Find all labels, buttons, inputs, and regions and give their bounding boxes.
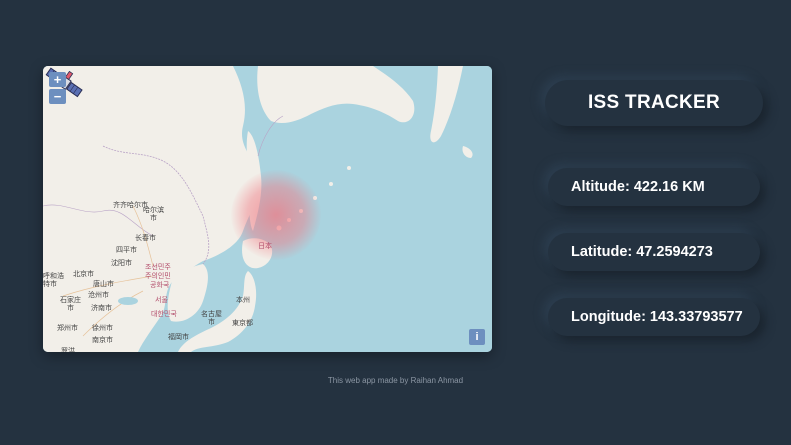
iss-position-glow bbox=[231, 170, 321, 260]
map-label: 대한민국 bbox=[151, 310, 177, 318]
map-label: 沈阳市 bbox=[111, 259, 132, 267]
map-label: 石家庄市 bbox=[60, 296, 81, 312]
map-label: 长春市 bbox=[135, 234, 156, 242]
zoom-controls: + − bbox=[49, 72, 66, 104]
map-label: 济南市 bbox=[91, 304, 112, 312]
zoom-out-button[interactable]: − bbox=[49, 89, 66, 104]
map-label: 罗洪 bbox=[61, 347, 75, 352]
map-label: 四平市 bbox=[116, 246, 137, 254]
map-label: 北京市 bbox=[73, 270, 94, 278]
map-label: 本州 bbox=[236, 296, 250, 304]
altitude-readout: Altitude: 422.16 KM bbox=[548, 168, 760, 206]
footer-credit: This web app made by Raihan Ahmad bbox=[327, 376, 464, 385]
map-label: 郑州市 bbox=[57, 324, 78, 332]
map-label: 南京市 bbox=[92, 336, 113, 344]
iss-map[interactable]: + − 齐齐哈尔市 哈尔滨市 长春市 四平市 沈阳市 조선민주 주의인민 공화국… bbox=[43, 66, 492, 352]
map-label: 공화국 bbox=[150, 281, 170, 289]
map-label: 唐山市 bbox=[93, 280, 114, 288]
map-label: 서울 bbox=[155, 296, 168, 304]
map-label: 徐州市 bbox=[92, 324, 113, 332]
page-title: ISS TRACKER bbox=[545, 80, 763, 126]
latitude-readout: Latitude: 47.2594273 bbox=[548, 233, 760, 271]
longitude-readout: Longitude: 143.33793577 bbox=[548, 298, 760, 336]
map-label: 東京都 bbox=[232, 319, 253, 327]
map-label: 名古屋市 bbox=[201, 310, 222, 326]
info-button[interactable]: i bbox=[469, 329, 485, 345]
zoom-in-button[interactable]: + bbox=[49, 72, 66, 87]
map-label: 沧州市 bbox=[88, 291, 109, 299]
map-label: 呼和浩 特市 bbox=[43, 272, 64, 288]
map-label: 哈尔滨市 bbox=[143, 206, 164, 222]
map-label: 福岡市 bbox=[168, 333, 189, 341]
map-label: 日本 bbox=[258, 242, 272, 250]
